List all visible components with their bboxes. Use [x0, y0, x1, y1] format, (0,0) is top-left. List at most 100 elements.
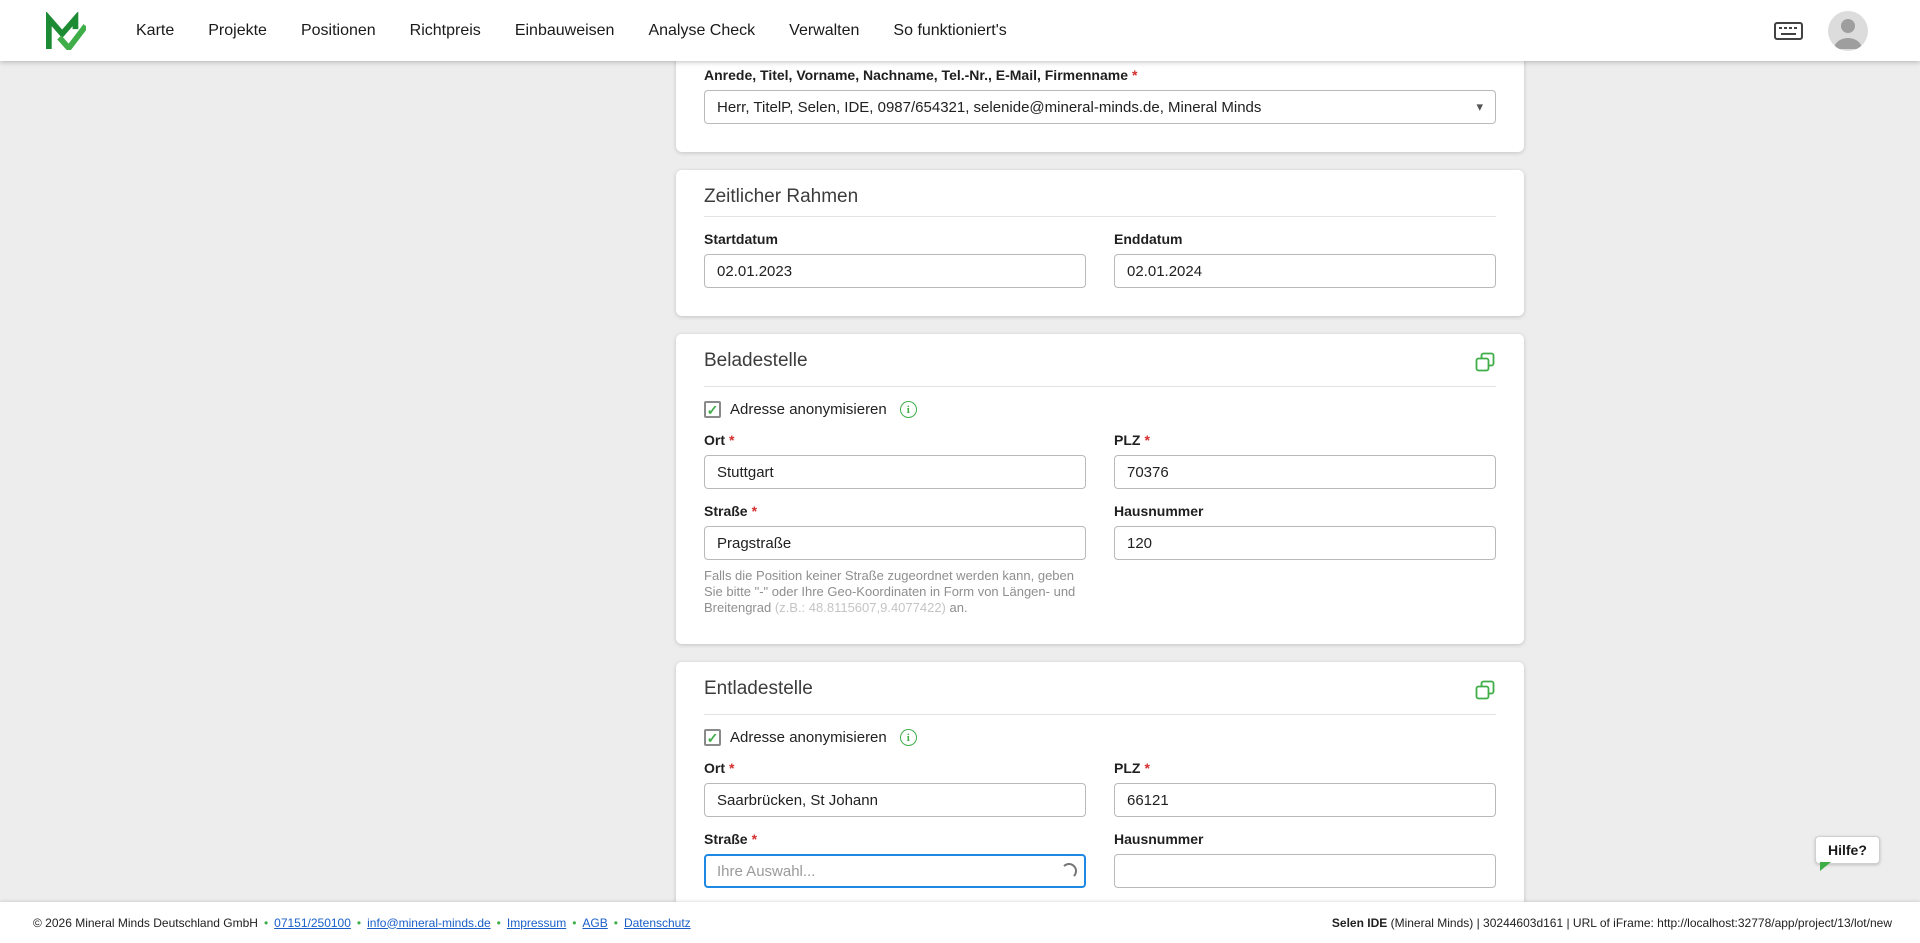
belade-ort-label-text: Ort	[704, 432, 725, 448]
date-row: Startdatum Enddatum	[704, 231, 1496, 288]
topbar-right	[1773, 11, 1920, 51]
entlade-ort-label: Ort*	[704, 760, 1086, 777]
timeframe-title: Zeitlicher Rahmen	[704, 186, 858, 208]
person-icon	[1828, 11, 1868, 51]
required-asterisk: *	[729, 432, 734, 448]
divider	[704, 714, 1496, 715]
startdatum-label: Startdatum	[704, 231, 1086, 248]
belade-hausnummer-label: Hausnummer	[1114, 503, 1496, 520]
footer-separator: •	[614, 916, 618, 930]
duplicate-icon[interactable]	[1474, 679, 1496, 706]
belade-plz-label-text: PLZ	[1114, 432, 1140, 448]
contact-card: Anrede, Titel, Vorname, Nachname, Tel.-N…	[676, 61, 1524, 152]
startdatum-label-text: Startdatum	[704, 231, 778, 247]
startdatum-input[interactable]	[704, 254, 1086, 288]
entlade-plz-label: PLZ*	[1114, 760, 1496, 777]
nav-richtpreis[interactable]: Richtpreis	[410, 22, 481, 40]
session-details: (Mineral Minds) | 30244603d161 | URL of …	[1387, 916, 1892, 930]
entlade-hausnummer-label-text: Hausnummer	[1114, 831, 1203, 847]
entlade-ort-input[interactable]	[704, 783, 1086, 817]
entladestelle-title: Entladestelle	[704, 678, 813, 700]
belade-strasse-input[interactable]	[704, 526, 1086, 560]
strasse-hint: Falls die Position keiner Straße zugeord…	[704, 568, 1086, 616]
divider	[704, 386, 1496, 387]
anonymize-label: Adresse anonymisieren	[730, 401, 887, 418]
nav-so-funktionierts[interactable]: So funktioniert's	[893, 22, 1006, 40]
entlade-plz-input[interactable]	[1114, 783, 1496, 817]
belade-hausnummer-input[interactable]	[1114, 526, 1496, 560]
required-asterisk: *	[729, 760, 734, 776]
nav-positionen[interactable]: Positionen	[301, 22, 376, 40]
help-button[interactable]: Hilfe?	[1815, 836, 1880, 864]
lot-form: Anrede, Titel, Vorname, Nachname, Tel.-N…	[676, 61, 1524, 902]
top-navigation-bar: Karte Projekte Positionen Richtpreis Ein…	[0, 0, 1920, 61]
user-avatar[interactable]	[1828, 11, 1868, 51]
enddatum-label-text: Enddatum	[1114, 231, 1182, 247]
footer-separator: •	[572, 916, 576, 930]
footer-datenschutz-link[interactable]: Datenschutz	[624, 916, 691, 930]
beladestelle-card: Beladestelle ✓ Adresse anonymisieren i O…	[676, 334, 1524, 644]
footer-phone-link[interactable]: 07151/250100	[274, 916, 351, 930]
footer-email-link[interactable]: info@mineral-minds.de	[367, 916, 491, 930]
nav-analyse-check[interactable]: Analyse Check	[648, 22, 755, 40]
required-asterisk: *	[752, 503, 757, 519]
entlade-ort-label-text: Ort	[704, 760, 725, 776]
nav-projekte[interactable]: Projekte	[208, 22, 267, 40]
main-content: Anrede, Titel, Vorname, Nachname, Tel.-N…	[0, 61, 1920, 902]
contact-select[interactable]: Herr, TitelP, Selen, IDE, 0987/654321, s…	[704, 90, 1496, 124]
entlade-plz-label-text: PLZ	[1114, 760, 1140, 776]
keyboard-icon[interactable]	[1773, 20, 1804, 42]
footer-separator: •	[357, 916, 361, 930]
nav-einbauweisen[interactable]: Einbauweisen	[515, 22, 615, 40]
mineral-minds-logo[interactable]	[44, 12, 86, 50]
contact-label-text: Anrede, Titel, Vorname, Nachname, Tel.-N…	[704, 67, 1128, 83]
belade-ort-label: Ort*	[704, 432, 1086, 449]
info-icon[interactable]: i	[900, 401, 917, 418]
enddatum-field: Enddatum	[1114, 231, 1496, 288]
anonymize-checkbox[interactable]: ✓	[704, 401, 721, 418]
belade-plz-label: PLZ*	[1114, 432, 1496, 449]
beladestelle-title: Beladestelle	[704, 350, 808, 372]
anonymize-label: Adresse anonymisieren	[730, 729, 887, 746]
belade-plz-input[interactable]	[1114, 455, 1496, 489]
belade-strasse-label: Straße*	[704, 503, 1086, 520]
contact-label: Anrede, Titel, Vorname, Nachname, Tel.-N…	[704, 67, 1496, 84]
footer-session-info: Selen IDE (Mineral Minds) | 30244603d161…	[1332, 916, 1892, 930]
ort-plz-row: Ort* PLZ*	[704, 432, 1496, 489]
footer-separator: •	[264, 916, 268, 930]
check-icon: ✓	[707, 403, 719, 417]
anonymize-row: ✓ Adresse anonymisieren i	[704, 729, 1496, 746]
enddatum-input[interactable]	[1114, 254, 1496, 288]
entlade-strasse-label: Straße*	[704, 831, 1086, 848]
belade-plz-field: PLZ*	[1114, 432, 1496, 489]
check-icon: ✓	[707, 731, 719, 745]
footer-agb-link[interactable]: AGB	[582, 916, 607, 930]
footer-impressum-link[interactable]: Impressum	[507, 916, 566, 930]
loading-spinner-icon	[1061, 863, 1077, 879]
nav-verwalten[interactable]: Verwalten	[789, 22, 859, 40]
ort-plz-row: Ort* PLZ*	[704, 760, 1496, 817]
info-icon[interactable]: i	[900, 729, 917, 746]
entlade-strasse-input[interactable]	[704, 854, 1086, 888]
required-asterisk: *	[1144, 432, 1149, 448]
anonymize-checkbox[interactable]: ✓	[704, 729, 721, 746]
entlade-hausnummer-input[interactable]	[1114, 854, 1496, 888]
session-user: Selen IDE	[1332, 916, 1387, 930]
entlade-hausnummer-label: Hausnummer	[1114, 831, 1496, 848]
entladestelle-card: Entladestelle ✓ Adresse anonymisieren i …	[676, 662, 1524, 902]
footer-separator: •	[497, 916, 501, 930]
divider	[704, 216, 1496, 217]
entlade-plz-field: PLZ*	[1114, 760, 1496, 817]
entlade-strasse-label-text: Straße	[704, 831, 748, 847]
enddatum-label: Enddatum	[1114, 231, 1496, 248]
belade-strasse-field: Straße* Falls die Position keiner Straße…	[704, 503, 1086, 616]
nav-karte[interactable]: Karte	[136, 22, 174, 40]
logo-m-icon	[44, 12, 86, 50]
chevron-down-icon: ▾	[1476, 99, 1483, 115]
duplicate-icon[interactable]	[1474, 351, 1496, 378]
belade-ort-input[interactable]	[704, 455, 1086, 489]
strasse-hausnummer-row: Straße* Hausnummer	[704, 831, 1496, 888]
copyright-text: © 2026 Mineral Minds Deutschland GmbH	[33, 916, 258, 930]
main-nav: Karte Projekte Positionen Richtpreis Ein…	[136, 22, 1007, 40]
timeframe-card: Zeitlicher Rahmen Startdatum Enddatum	[676, 170, 1524, 316]
